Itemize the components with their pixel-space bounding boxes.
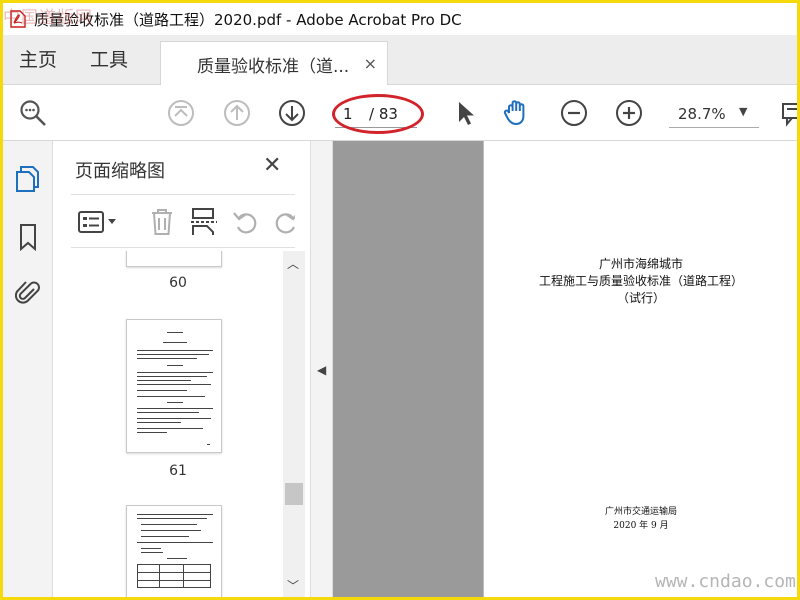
document-view[interactable]: 广州市海绵城市 工程施工与质量验收标准（道路工程） （试行） 广州市交通运输局 … [333,141,797,597]
scroll-down-icon[interactable]: ﹀ [287,577,299,594]
page-thumbnails-panel: 页面缩略图 ✕ 60 61 ︿ ﹀ [53,141,311,597]
attachment-icon[interactable] [14,279,41,305]
zoom-level-dropdown[interactable]: 28.7% ▼ [669,101,765,128]
collapse-left-icon[interactable]: ◀ [317,363,326,377]
thumbnail-page[interactable] [126,251,222,267]
main-toolbar: 1 / 83 28.7% ▼ [3,85,797,141]
pdf-file-icon [10,10,26,28]
rotate-left-icon[interactable] [231,207,261,237]
chevron-down-icon: ▼ [739,105,748,118]
red-highlight-ellipse [332,94,424,134]
tab-document[interactable]: 质量验收标准（道... × [160,41,388,86]
delete-icon[interactable] [147,207,177,237]
window-title: 质量验收标准（道路工程）2020.pdf - Adobe Acrobat Pro… [34,10,462,29]
site-watermark-url: www.cndao.com [655,571,796,592]
thumbnail-page-number: 61 [169,463,187,479]
close-panel-icon[interactable]: ✕ [263,153,281,178]
tab-home[interactable]: 主页 [19,35,57,85]
hand-tool-icon[interactable] [501,97,533,129]
thumbnail-list: 60 61 [71,251,285,597]
scroll-up-icon[interactable]: ︿ [287,255,299,272]
tab-bar: 主页 工具 质量验收标准（道... × [3,35,797,86]
document-title-line: 广州市海绵城市 [598,257,683,271]
tab-tools[interactable]: 工具 [90,35,128,85]
first-page-icon[interactable] [165,97,197,129]
rotate-right-icon[interactable] [271,207,295,237]
document-title-line: （试行） [616,291,665,305]
pdf-page: 广州市海绵城市 工程施工与质量验收标准（道路工程） （试行） 广州市交通运输局 … [483,141,797,597]
thumbnail-page[interactable] [126,319,222,453]
comment-tool-icon[interactable] [779,97,797,129]
scrollbar-thumb[interactable] [285,483,303,505]
next-page-icon[interactable] [276,97,308,129]
pages-icon[interactable] [15,165,41,192]
title-bar: 质量验收标准（道路工程）2020.pdf - Adobe Acrobat Pro… [3,3,797,35]
select-arrow-icon[interactable] [449,97,481,129]
panel-title: 页面缩略图 [75,161,165,182]
thumbnail-page-number: 60 [169,275,187,291]
insert-page-icon[interactable] [189,207,219,237]
document-date: 2020 年 9 月 [613,521,669,531]
document-issuer: 广州市交通运输局 [604,507,677,517]
zoom-in-icon[interactable] [613,97,645,129]
thumbnail-scrollbar[interactable]: ︿ ﹀ [283,251,305,597]
thumbnail-page[interactable] [126,505,222,597]
zoom-out-icon[interactable] [558,97,590,129]
document-tab-label: 质量验收标准（道... [197,56,350,77]
search-zoom-icon[interactable] [17,97,49,129]
thumbnail-options-icon[interactable] [77,207,121,237]
acrobat-window: 质量验收标准（道路工程）2020.pdf - Adobe Acrobat Pro… [3,3,797,597]
close-tab-icon[interactable]: × [364,54,377,73]
bookmark-icon[interactable] [15,223,41,252]
navigation-rail [3,141,53,597]
panel-collapse-handle[interactable]: ◀ [311,141,333,597]
document-title-line: 工程施工与质量验收标准（道路工程） [538,274,743,288]
zoom-value: 28.7% [678,105,726,123]
previous-page-icon[interactable] [221,97,253,129]
zoom-underline [669,127,759,128]
thumbnail-toolbar [71,194,295,248]
